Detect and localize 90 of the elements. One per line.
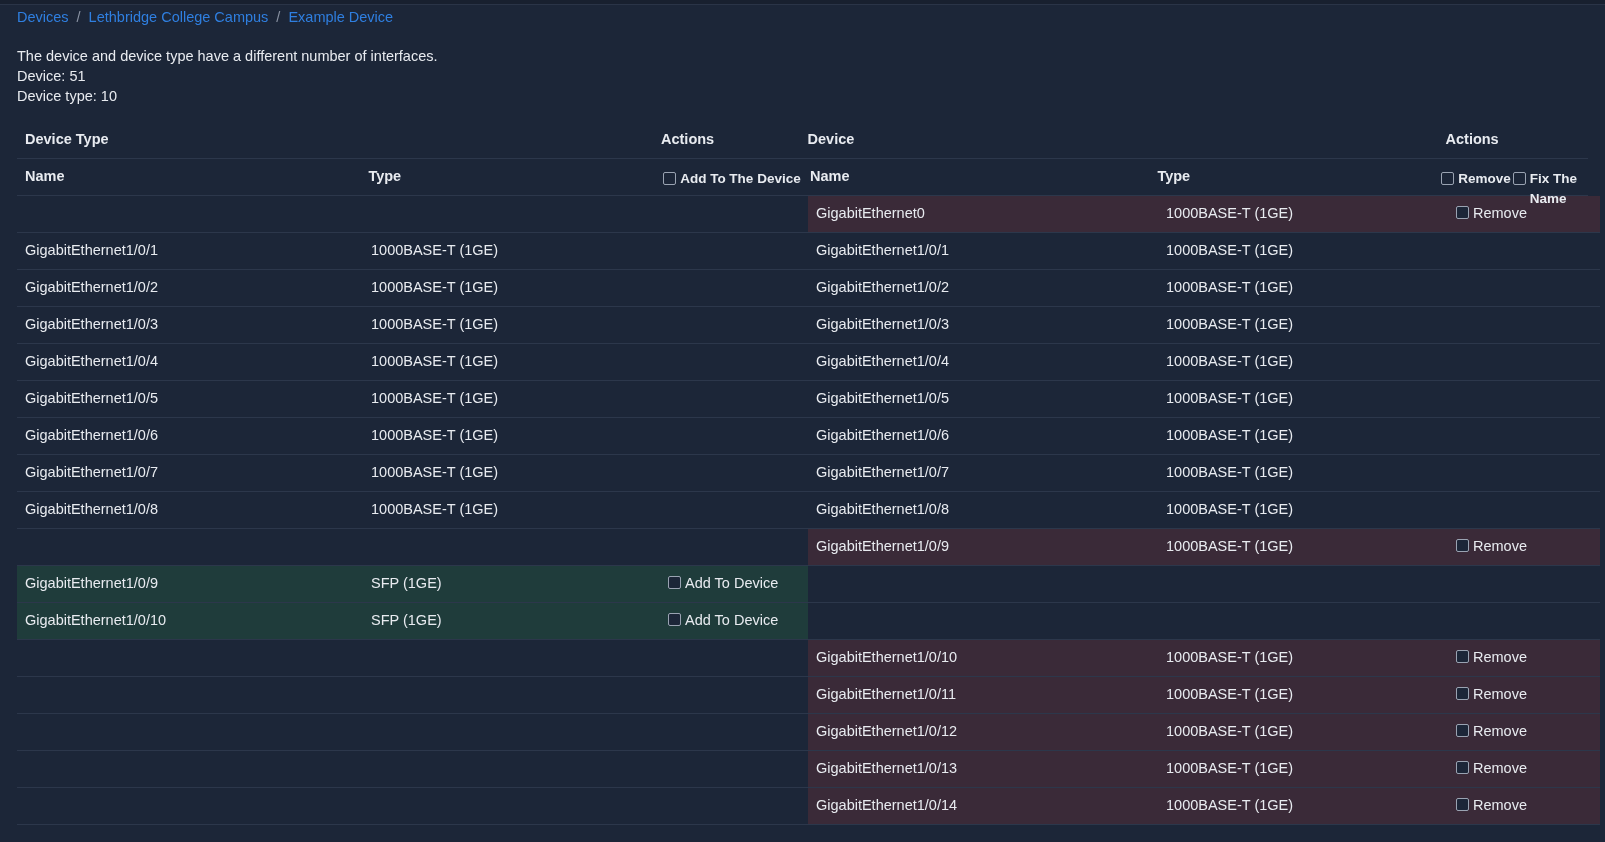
interface-name: GigabitEthernet1/0/1 — [25, 241, 158, 261]
breadcrumb-separator: / — [76, 8, 81, 28]
checkbox-label[interactable]: Remove — [1473, 684, 1527, 706]
interface-type: 1000BASE-T (1GE) — [1166, 204, 1294, 224]
interface-name: GigabitEthernet1/0/2 — [816, 278, 949, 298]
interface-name: GigabitEthernet1/0/4 — [816, 352, 949, 372]
checkbox[interactable] — [1512, 172, 1526, 185]
column-group-header: Actions — [661, 130, 715, 150]
checkbox[interactable] — [1456, 687, 1469, 701]
checkbox[interactable] — [1456, 761, 1469, 775]
interface-type: 1000BASE-T (1GE) — [1166, 463, 1294, 483]
message-text: The device and device type have a different number of interfaces. — [17, 47, 439, 66]
interface-type: 1000BASE-T (1GE) — [1166, 315, 1294, 335]
column-header: Name — [810, 167, 850, 187]
interface-type: 1000BASE-T (1GE) — [371, 352, 499, 372]
checkbox[interactable] — [668, 576, 681, 590]
checkbox-label[interactable]: Fix The Name — [1529, 169, 1588, 210]
checkbox-label[interactable]: Remove — [1473, 721, 1527, 743]
interface-type: 1000BASE-T (1GE) — [1166, 426, 1294, 446]
interface-type: 1000BASE-T (1GE) — [1166, 500, 1294, 520]
interface-name: GigabitEthernet1/0/7 — [25, 463, 158, 483]
interface-name: GigabitEthernet1/0/3 — [25, 315, 158, 335]
checkbox-label[interactable]: Remove — [1473, 536, 1527, 558]
interface-name: GigabitEthernet1/0/1 — [816, 241, 949, 261]
interface-name: GigabitEthernet1/0/7 — [816, 463, 949, 483]
checkbox[interactable] — [663, 172, 677, 185]
interface-name: GigabitEthernet1/0/12 — [816, 722, 958, 742]
interface-name: GigabitEthernet1/0/9 — [816, 537, 949, 557]
interface-type: 1000BASE-T (1GE) — [1166, 685, 1294, 705]
message-text: Device: 51 — [17, 67, 87, 86]
interface-type: 1000BASE-T (1GE) — [1166, 648, 1294, 668]
column-header: Type — [1157, 167, 1191, 187]
checkbox[interactable] — [668, 613, 681, 627]
interface-name: GigabitEthernet1/0/2 — [25, 278, 158, 298]
interface-type: 1000BASE-T (1GE) — [1166, 389, 1294, 409]
interface-name: GigabitEthernet0 — [816, 204, 925, 224]
checkbox-label[interactable]: Remove — [1473, 647, 1527, 669]
checkbox[interactable] — [1441, 172, 1455, 185]
message-text: Device type: 10 — [17, 87, 118, 106]
breadcrumb-link[interactable]: Lethbridge College Campus — [88, 7, 269, 29]
interface-name: GigabitEthernet1/0/8 — [25, 500, 158, 520]
interface-name: GigabitEthernet1/0/9 — [25, 574, 158, 594]
checkbox[interactable] — [1456, 650, 1469, 664]
interface-name: GigabitEthernet1/0/13 — [816, 759, 958, 779]
checkbox[interactable] — [1456, 206, 1469, 220]
interface-name: GigabitEthernet1/0/3 — [816, 315, 949, 335]
interface-type: SFP (1GE) — [371, 574, 442, 594]
column-group-header: Actions — [1445, 130, 1499, 150]
interface-type: 1000BASE-T (1GE) — [371, 500, 499, 520]
interface-name: GigabitEthernet1/0/14 — [816, 796, 958, 816]
column-group-header: Device — [807, 130, 855, 150]
interface-name: GigabitEthernet1/0/6 — [25, 426, 158, 446]
interface-type: 1000BASE-T (1GE) — [1166, 537, 1294, 557]
checkbox-label[interactable]: Add To Device — [685, 573, 779, 595]
interface-type: SFP (1GE) — [371, 611, 442, 631]
interface-type: 1000BASE-T (1GE) — [1166, 278, 1294, 298]
interface-name: GigabitEthernet1/0/10 — [25, 611, 167, 631]
checkbox-label[interactable]: Remove — [1473, 203, 1527, 225]
interface-name: GigabitEthernet1/0/4 — [25, 352, 158, 372]
interface-type: 1000BASE-T (1GE) — [371, 278, 499, 298]
breadcrumb-link[interactable]: Devices — [17, 7, 69, 29]
interface-name: GigabitEthernet1/0/11 — [816, 685, 956, 705]
checkbox[interactable] — [1456, 724, 1469, 738]
interface-type: 1000BASE-T (1GE) — [1166, 722, 1294, 742]
column-group-header: Device Type — [25, 130, 109, 150]
breadcrumb-link[interactable]: Example Device — [288, 7, 394, 29]
checkbox-label[interactable]: Remove — [1473, 795, 1527, 817]
interface-name: GigabitEthernet1/0/8 — [816, 500, 949, 520]
interface-type: 1000BASE-T (1GE) — [371, 426, 499, 446]
interface-type: 1000BASE-T (1GE) — [371, 389, 499, 409]
checkbox-label[interactable]: Remove — [1473, 758, 1527, 780]
interface-name: GigabitEthernet1/0/6 — [816, 426, 949, 446]
checkbox-label[interactable]: Add To The Device — [680, 169, 801, 190]
breadcrumb-separator: / — [276, 8, 281, 28]
checkbox-label[interactable]: Add To Device — [685, 610, 779, 632]
interface-type: 1000BASE-T (1GE) — [371, 463, 499, 483]
interface-name: GigabitEthernet1/0/10 — [816, 648, 958, 668]
checkbox[interactable] — [1456, 539, 1469, 553]
column-header: Name — [25, 167, 65, 187]
interface-type: 1000BASE-T (1GE) — [371, 315, 499, 335]
interface-type: 1000BASE-T (1GE) — [1166, 352, 1294, 372]
interface-name: GigabitEthernet1/0/5 — [816, 389, 949, 409]
interface-type: 1000BASE-T (1GE) — [1166, 241, 1294, 261]
checkbox[interactable] — [1456, 798, 1469, 812]
interface-type: 1000BASE-T (1GE) — [371, 241, 499, 261]
column-header: Type — [368, 167, 402, 187]
checkbox-label[interactable]: Remove — [1458, 169, 1511, 190]
interface-name: GigabitEthernet1/0/5 — [25, 389, 158, 409]
interface-type: 1000BASE-T (1GE) — [1166, 796, 1294, 816]
interface-type: 1000BASE-T (1GE) — [1166, 759, 1294, 779]
